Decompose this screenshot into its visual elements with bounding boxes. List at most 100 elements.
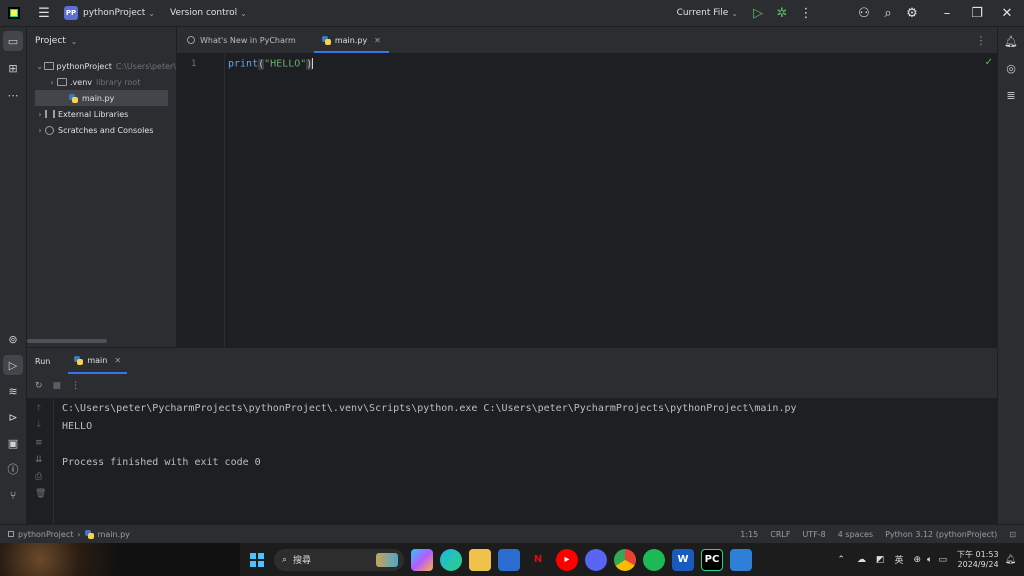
run-config-selector[interactable]: Current File ⌄ — [672, 8, 738, 18]
tab-label: main.py — [334, 35, 368, 45]
snipping-tool-icon[interactable] — [730, 548, 752, 571]
close-run-tab-icon[interactable]: ✕ — [114, 356, 121, 365]
run-tool-window: Run main ✕ ↻ ■ ⋮ ↑ ↓ ≡ ⇊ ⎙ 🗑︎ C:\Users\p… — [27, 347, 997, 525]
rerun-icon[interactable]: ↻ — [35, 381, 43, 391]
line-separator[interactable]: CRLF — [770, 530, 790, 539]
run-tab-main[interactable]: main ✕ — [68, 348, 128, 374]
services-icon[interactable]: ⊳ — [3, 407, 23, 427]
tree-item-external-libraries[interactable]: › External Libraries — [27, 106, 176, 122]
line-number: 1 — [191, 59, 197, 69]
project-selector[interactable]: pythonProject ⌄ — [78, 8, 155, 18]
project-panel: Project ⌄ ⌄ pythonProject C:\Users\peter… — [27, 27, 177, 347]
ime-indicator[interactable]: 英 — [894, 553, 903, 566]
tree-item-label: External Libraries — [58, 109, 129, 119]
indent-setting[interactable]: 4 spaces — [838, 530, 873, 539]
soft-wrap-icon[interactable]: ≡ — [35, 438, 43, 448]
stop-icon[interactable]: ■ — [53, 381, 62, 391]
scroll-down-icon[interactable]: ↓ — [35, 420, 43, 430]
chrome-icon[interactable] — [614, 548, 636, 571]
run-tab-label: main — [87, 355, 108, 365]
tree-item-project-root[interactable]: ⌄ pythonProject C:\Users\peter\ — [27, 58, 176, 74]
left-tool-stripe: ▭ ⊞ ⋯ ⊚ ▷ ≋ ⊳ ▣ ⓘ ⑂ — [0, 27, 27, 524]
add-user-icon[interactable]: ⚇ — [852, 1, 876, 25]
notification-bell-icon[interactable]: 🔔︎ — [1005, 555, 1016, 565]
python-packages-icon[interactable]: ⊚ — [3, 329, 23, 349]
console-output[interactable]: C:\Users\peter\PycharmProjects\pythonPro… — [54, 398, 997, 525]
python-file-icon — [74, 355, 84, 365]
tab-whats-new[interactable]: What's New in PyCharm — [177, 27, 306, 53]
inspection-ok-checkmark-icon[interactable]: ✓ — [985, 57, 993, 68]
discord-icon[interactable] — [585, 548, 607, 571]
tray-app-icon[interactable]: ◩ — [876, 555, 885, 565]
breadcrumb-file[interactable]: main.py — [98, 530, 130, 539]
windows-taskbar: ⌕ 搜尋 N ▸ W PC ⌃ ☁ ◩ 英 ⊕ 🔈︎ ▭ 下午 01:53 20… — [0, 543, 1024, 576]
close-icon[interactable]: ✕ — [992, 1, 1022, 25]
netflix-icon[interactable]: N — [527, 549, 549, 571]
tree-item-venv[interactable]: › .venv library root — [27, 74, 176, 90]
youtube-icon[interactable]: ▸ — [556, 548, 578, 571]
horizontal-scrollbar[interactable] — [27, 339, 107, 343]
notifications-bell-icon[interactable]: 🔔︎ — [1001, 31, 1021, 51]
more-tools-icon[interactable]: ⋯ — [3, 85, 23, 105]
structure-icon[interactable]: ⊞ — [3, 58, 23, 78]
file-explorer-icon[interactable] — [469, 548, 491, 571]
trash-icon[interactable]: 🗑︎ — [35, 489, 46, 499]
chevron-down-icon: ⌄ — [70, 36, 78, 46]
problems-icon[interactable]: ⓘ — [3, 459, 23, 479]
network-globe-icon[interactable]: ⊕ — [913, 555, 921, 565]
caret-position[interactable]: 1:15 — [740, 530, 758, 539]
lock-icon[interactable]: ⊡ — [1009, 530, 1016, 539]
editor-gutter: 1 — [177, 54, 225, 347]
code-line[interactable]: print("HELLO") — [228, 58, 314, 70]
more-options-icon[interactable]: ⋮ — [794, 1, 818, 25]
code-editor[interactable]: 1 print("HELLO") ✓ — [177, 54, 997, 347]
copilot-icon[interactable] — [411, 548, 433, 571]
vcs-selector[interactable]: Version control ⌄ — [165, 8, 247, 18]
breadcrumb-project[interactable]: pythonProject — [18, 530, 73, 539]
windows-start-icon[interactable] — [250, 552, 264, 567]
spotify-icon[interactable] — [643, 548, 665, 571]
debug-icon[interactable]: ✲ — [770, 1, 794, 25]
tree-item-main-py[interactable]: main.py — [35, 90, 168, 106]
print-icon[interactable]: ⎙ — [35, 472, 42, 482]
pycharm-taskbar-icon[interactable]: PC — [701, 548, 723, 571]
file-encoding[interactable]: UTF-8 — [802, 530, 825, 539]
database-icon[interactable]: ≣ — [1001, 85, 1021, 105]
tabs-more-icon[interactable]: ⋮ — [969, 28, 993, 52]
tray-overflow-chevron-icon[interactable]: ⌃ — [837, 555, 845, 565]
scroll-up-icon[interactable]: ↑ — [35, 404, 43, 414]
cloud-icon[interactable]: ☁ — [857, 555, 866, 565]
search-highlight-image — [376, 552, 398, 567]
restore-icon[interactable]: ❐ — [962, 1, 992, 25]
status-widgets: 1:15 CRLF UTF-8 4 spaces Python 3.12 (py… — [728, 530, 1016, 539]
git-branch-icon[interactable]: ⑂ — [3, 485, 23, 505]
tab-main-py[interactable]: main.py ✕ — [312, 27, 391, 53]
microsoft-store-icon[interactable] — [498, 548, 520, 571]
search-icon[interactable]: ⌕ — [876, 1, 900, 25]
chevron-right-icon: › — [50, 77, 54, 87]
taskbar-clock[interactable]: 下午 01:53 2024/9/24 — [957, 550, 999, 570]
run-icon[interactable]: ▷ — [746, 1, 770, 25]
python-interpreter[interactable]: Python 3.12 (pythonProject) — [885, 530, 997, 539]
ai-assistant-icon[interactable]: ◎ — [1001, 58, 1021, 78]
pycharm-logo-icon — [8, 7, 20, 19]
run-more-icon[interactable]: ⋮ — [71, 381, 80, 391]
battery-icon[interactable]: ▭ — [938, 555, 947, 565]
project-tool-folder-icon[interactable]: ▭ — [3, 31, 23, 51]
taskbar-search-label: 搜尋 — [293, 556, 312, 566]
word-icon[interactable]: W — [672, 548, 694, 571]
taskbar-search[interactable]: ⌕ 搜尋 — [274, 548, 404, 571]
settings-gear-icon[interactable]: ⚙ — [900, 1, 924, 25]
system-tray: ⌃ ☁ ◩ 英 ⊕ 🔈︎ ▭ 下午 01:53 2024/9/24 🔔︎ — [837, 543, 1024, 576]
speaker-muted-icon[interactable]: 🔈︎ — [927, 555, 932, 565]
terminal-icon[interactable]: ▣ — [3, 433, 23, 453]
edge-browser-icon[interactable] — [440, 548, 462, 571]
layers-icon[interactable]: ≋ — [3, 381, 23, 401]
run-tool-icon[interactable]: ▷ — [3, 355, 23, 375]
tree-item-scratches[interactable]: › Scratches and Consoles — [27, 122, 176, 138]
close-tab-icon[interactable]: ✕ — [374, 36, 381, 45]
scroll-to-end-icon[interactable]: ⇊ — [35, 455, 43, 465]
main-menu-icon[interactable]: ☰ — [32, 1, 56, 25]
minimize-icon[interactable]: – — [932, 1, 962, 25]
project-panel-header[interactable]: Project ⌄ — [27, 27, 176, 55]
